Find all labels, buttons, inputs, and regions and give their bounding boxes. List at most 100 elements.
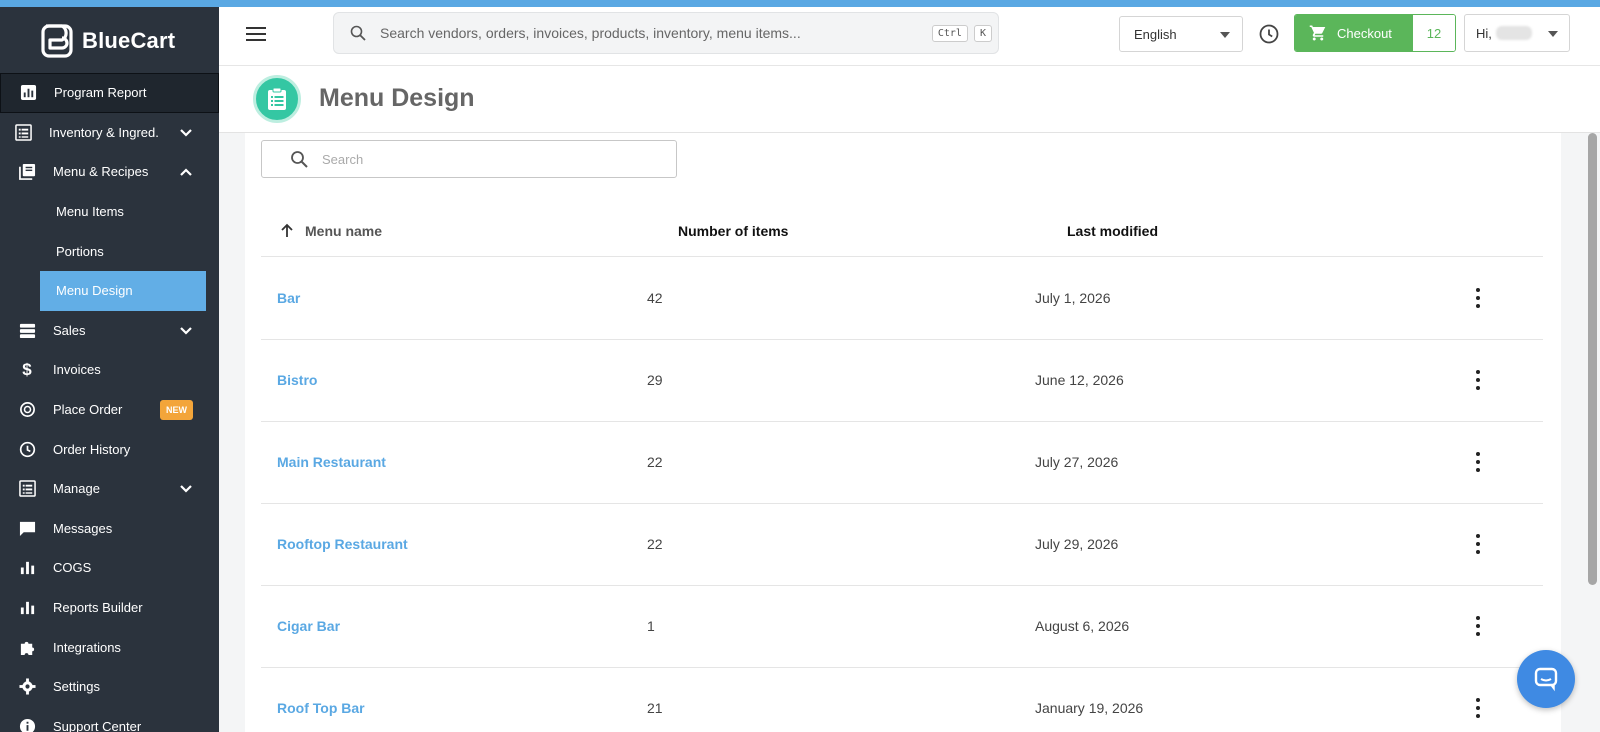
sidebar-item-sales[interactable]: Sales (0, 311, 219, 351)
sidebar-item-label: Invoices (53, 362, 101, 378)
column-label: Menu name (305, 223, 383, 239)
caret-down-icon (1548, 31, 1558, 37)
sidebar-item-label: Menu & Recipes (53, 164, 149, 180)
more-options-icon[interactable] (1474, 616, 1482, 636)
message-icon (18, 519, 36, 537)
column-label: Last modified (1067, 223, 1159, 239)
column-menu-name[interactable]: Menu name (279, 223, 382, 239)
language-select[interactable]: English (1119, 16, 1243, 52)
menu-last-modified: July 27, 2026 (1035, 454, 1119, 470)
chevron-down-icon (179, 126, 193, 140)
column-last-modified[interactable]: Last modified (1067, 223, 1158, 239)
bar-chart-icon (18, 599, 36, 617)
more-options-icon[interactable] (1474, 452, 1482, 472)
menu-name-link[interactable]: Roof Top Bar (277, 700, 365, 716)
sidebar-item-label: Messages (53, 520, 113, 536)
sidebar-item-label: Place Order (53, 402, 123, 418)
sidebar-subitem-label: Menu Design (56, 283, 133, 299)
more-options-icon[interactable] (1474, 534, 1482, 554)
dollar-icon: $ (22, 359, 32, 379)
caret-down-icon (1220, 32, 1230, 38)
list-icon (14, 123, 32, 141)
chat-button[interactable] (1517, 650, 1575, 708)
sidebar-item-manage[interactable]: Manage (0, 469, 219, 509)
scrollbar-thumb[interactable] (1588, 133, 1597, 585)
new-badge: NEW (160, 399, 193, 420)
gear-icon (18, 678, 36, 696)
sidebar: BlueCart Program Report Inventory & Ingr… (0, 7, 219, 732)
sidebar-subitem-portions[interactable]: Portions (0, 231, 219, 271)
sidebar-subitem-menu-design[interactable]: Menu Design (40, 270, 206, 311)
bluecart-logo-icon (41, 24, 73, 58)
book-icon (18, 163, 36, 181)
sidebar-subitem-label: Menu Items (56, 204, 124, 220)
clock-icon (18, 440, 36, 458)
user-greeting: Hi, (1476, 25, 1492, 41)
more-options-icon[interactable] (1474, 288, 1482, 308)
sidebar-item-inventory[interactable]: Inventory & Ingred. (0, 113, 219, 153)
menu-name-link[interactable]: Rooftop Restaurant (277, 536, 408, 552)
menu-last-modified: July 1, 2026 (1035, 290, 1111, 306)
top-header: Search vendors, orders, invoices, produc… (219, 7, 1600, 66)
sort-arrow-up-icon (281, 223, 293, 237)
search-placeholder: Search (322, 151, 364, 167)
coins-icon (18, 401, 36, 419)
more-options-icon[interactable] (1474, 370, 1482, 390)
chevron-up-icon (179, 165, 193, 179)
cart-count: 12 (1413, 15, 1455, 51)
menu-item-count: 42 (647, 290, 663, 306)
sidebar-item-menu-recipes[interactable]: Menu & Recipes (0, 152, 219, 192)
top-accent-bar (0, 0, 1600, 7)
menu-name-link[interactable]: Cigar Bar (277, 618, 340, 634)
menu-item-count: 22 (647, 454, 663, 470)
sidebar-item-label: Settings (53, 679, 100, 695)
table-row: Rooftop Restaurant 22 July 29, 2026 (261, 504, 1543, 586)
menu-name-link[interactable]: Main Restaurant (277, 454, 386, 470)
sidebar-item-label: Reports Builder (53, 600, 143, 616)
sidebar-item-invoices[interactable]: $ Invoices (0, 350, 219, 390)
menu-search-input[interactable]: Search (261, 140, 677, 178)
checkout-main[interactable]: Checkout (1295, 15, 1413, 51)
hamburger-menu-icon[interactable] (246, 27, 266, 43)
column-number-of-items[interactable]: Number of items (678, 223, 788, 239)
sidebar-item-cogs[interactable]: COGS (0, 548, 219, 588)
logo[interactable]: BlueCart (40, 21, 175, 61)
sidebar-item-place-order[interactable]: Place Order NEW (0, 390, 219, 430)
sidebar-item-reports-builder[interactable]: Reports Builder (0, 588, 219, 628)
sidebar-nav: Program Report Inventory & Ingred. Menu … (0, 73, 219, 732)
column-label: Number of items (678, 223, 789, 239)
menu-name-link[interactable]: Bar (277, 290, 300, 306)
app-name: BlueCart (82, 28, 176, 53)
table-row: Bistro 29 June 12, 2026 (261, 340, 1543, 422)
sidebar-item-label: Sales (53, 322, 86, 338)
sidebar-item-integrations[interactable]: Integrations (0, 627, 219, 667)
table-row: Cigar Bar 1 August 6, 2026 (261, 586, 1543, 668)
sidebar-item-settings[interactable]: Settings (0, 667, 219, 707)
menu-last-modified: July 29, 2026 (1035, 536, 1119, 552)
search-icon (291, 151, 308, 168)
info-icon (18, 717, 36, 732)
sidebar-subitem-label: Portions (56, 243, 104, 259)
menu-item-count: 21 (647, 700, 663, 716)
sidebar-subitem-menu-items[interactable]: Menu Items (0, 192, 219, 232)
sidebar-item-label: Program Report (54, 85, 147, 101)
checkout-button[interactable]: Checkout 12 (1294, 14, 1456, 52)
menu-item-count: 22 (647, 536, 663, 552)
menu-name-link[interactable]: Bistro (277, 372, 317, 388)
global-search-input[interactable]: Search vendors, orders, invoices, produc… (333, 12, 999, 54)
user-menu[interactable]: Hi, (1464, 14, 1570, 52)
bar-chart-icon (18, 559, 36, 577)
sidebar-item-order-history[interactable]: Order History (0, 429, 219, 469)
list-icon (18, 480, 36, 498)
sidebar-item-program-report[interactable]: Program Report (0, 73, 219, 113)
more-options-icon[interactable] (1474, 698, 1482, 718)
sidebar-item-messages[interactable]: Messages (0, 509, 219, 549)
shopping-cart-icon (1309, 25, 1326, 41)
search-icon (350, 25, 366, 41)
menu-last-modified: June 12, 2026 (1035, 372, 1124, 388)
language-value: English (1134, 26, 1177, 42)
search-placeholder: Search vendors, orders, invoices, produc… (380, 25, 801, 41)
puzzle-icon (18, 638, 36, 656)
sidebar-item-support-center[interactable]: Support Center (0, 707, 219, 732)
recent-history-clock-icon[interactable] (1258, 23, 1280, 45)
